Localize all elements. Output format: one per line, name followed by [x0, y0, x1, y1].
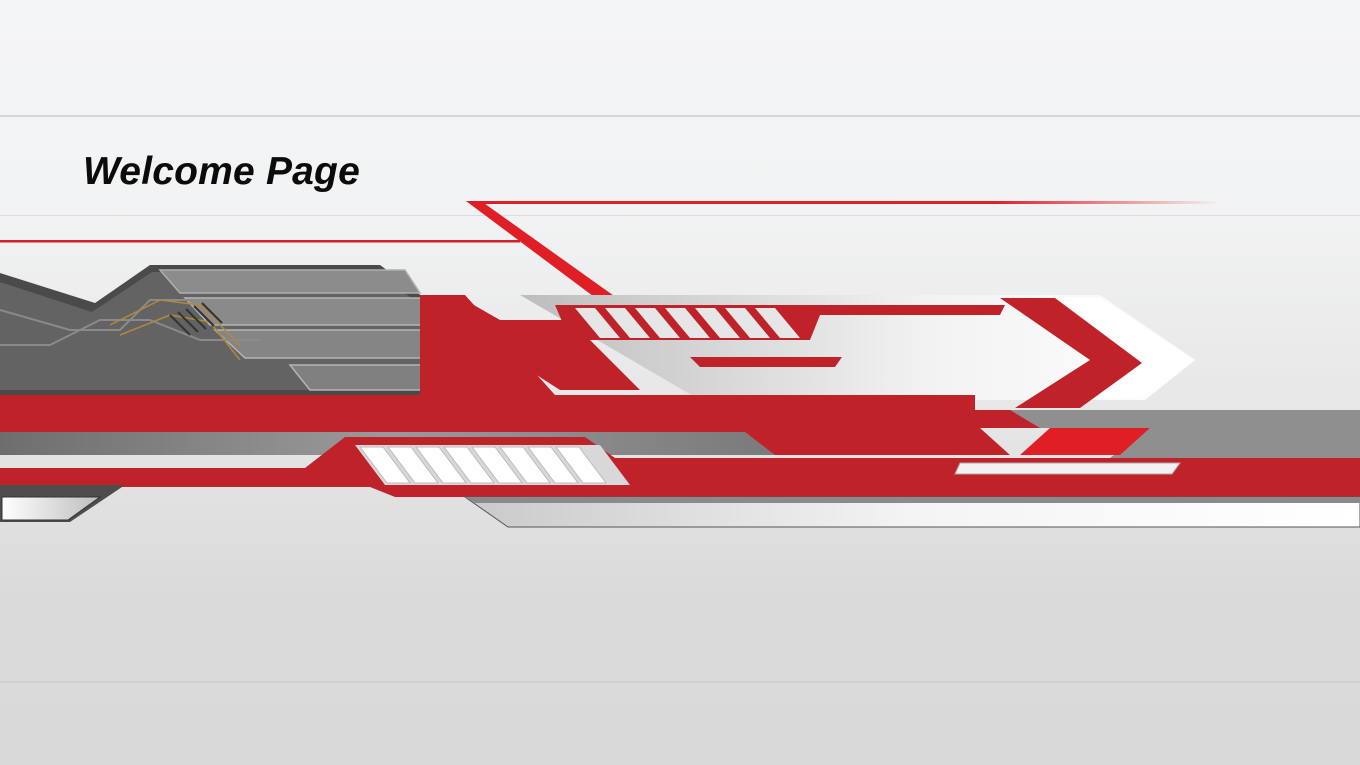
tech-banner-graphic: [0, 201, 1360, 528]
